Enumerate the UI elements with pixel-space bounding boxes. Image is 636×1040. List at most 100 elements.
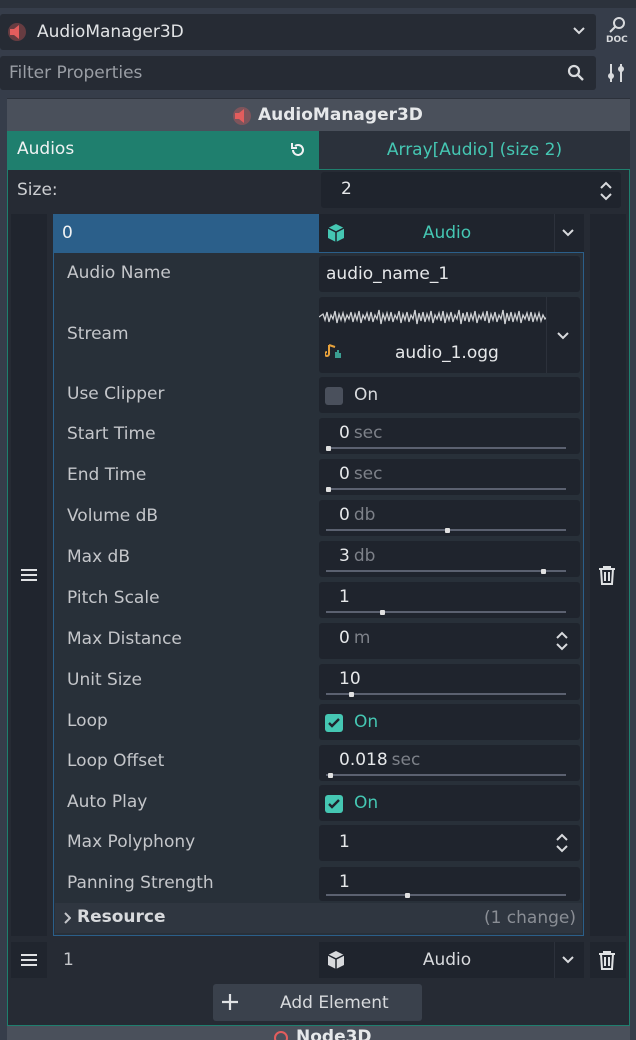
max-polyphony-spinbox[interactable]: 1 — [319, 825, 580, 861]
slider-knob[interactable] — [326, 446, 331, 451]
drag-handle-0[interactable] — [11, 214, 47, 936]
doc-search-icon — [609, 17, 625, 33]
audio-node-icon — [233, 107, 251, 125]
loop-offset-value-wrap: 0.018 sec — [339, 750, 420, 770]
drag-handle-icon — [21, 954, 37, 966]
resource-section-toggle[interactable]: Resource (1 change) — [55, 903, 582, 933]
trash-icon — [599, 951, 615, 970]
audios-property-label[interactable]: Audios — [7, 131, 319, 169]
resource-type-label: Audio — [422, 950, 472, 970]
section-header[interactable]: AudioManager3D — [7, 99, 630, 131]
loop-offset-value: 0.018 — [339, 750, 388, 770]
drag-handle-1[interactable] — [11, 942, 47, 978]
max-db-value: 3 — [339, 546, 350, 566]
loop-offset-unit: sec — [391, 750, 421, 770]
max-polyphony-label: Max Polyphony — [67, 832, 196, 852]
start-time-slider[interactable]: 0 sec — [319, 418, 580, 454]
unit-size-slider[interactable]: 10 — [319, 664, 580, 700]
loop-offset-slider[interactable]: 0.018 sec — [319, 745, 580, 781]
slider-knob[interactable] — [405, 893, 410, 898]
chevron-down-icon[interactable] — [561, 228, 575, 238]
slider-knob[interactable] — [380, 610, 385, 615]
volume-db-unit: db — [353, 505, 376, 525]
section-header-title: AudioManager3D — [258, 105, 423, 125]
node-selector-value: AudioManager3D — [37, 22, 184, 42]
slider-track — [326, 894, 566, 896]
slider-knob[interactable] — [328, 773, 333, 778]
pitch-scale-slider[interactable]: 1 — [319, 582, 580, 618]
start-time-value-wrap: 0 sec — [339, 423, 383, 443]
max-distance-label: Max Distance — [67, 629, 182, 649]
spinner-icon[interactable] — [555, 631, 569, 651]
chevron-right-icon — [64, 912, 71, 924]
max-db-slider[interactable]: 3 db — [319, 541, 580, 577]
use-clipper-state: On — [354, 385, 379, 405]
drag-handle-icon — [21, 569, 37, 581]
node-selector[interactable]: AudioManager3D — [0, 14, 596, 50]
resource-picker-1[interactable]: Audio — [319, 942, 584, 978]
slider-knob[interactable] — [541, 569, 546, 574]
element-index-0[interactable]: 0 — [53, 214, 319, 252]
tools-button[interactable] — [605, 62, 627, 84]
use-clipper-checkbox[interactable]: On — [319, 377, 580, 413]
slider-knob[interactable] — [349, 692, 354, 697]
checkbox-unchecked-icon — [325, 387, 343, 405]
end-time-slider[interactable]: 0 sec — [319, 459, 580, 495]
size-spinbox[interactable]: 2 — [321, 172, 621, 208]
panning-strength-value: 1 — [339, 872, 350, 892]
add-element-button[interactable]: Add Element — [213, 984, 422, 1021]
element-index-1[interactable]: 1 — [63, 950, 74, 970]
slider-knob[interactable] — [445, 528, 450, 533]
slider-track — [326, 774, 566, 776]
divider — [546, 297, 547, 373]
array-type-label: Array[Audio] (size 2) — [386, 140, 563, 160]
auto-play-checkbox[interactable]: On — [319, 785, 580, 821]
revert-icon[interactable] — [289, 141, 307, 159]
audio-file-icon — [325, 344, 341, 358]
loop-checkbox[interactable]: On — [319, 704, 580, 740]
volume-db-value: 0 — [339, 505, 350, 525]
chevron-down-icon[interactable] — [561, 955, 575, 965]
doc-label: DOC — [606, 35, 628, 45]
add-element-label: Add Element — [280, 993, 389, 1013]
volume-db-value-wrap: 0 db — [339, 505, 375, 525]
resource-section-label: Resource — [77, 907, 166, 927]
resource-picker-0[interactable]: Audio — [319, 214, 584, 252]
max-distance-unit: m — [353, 628, 371, 648]
panning-strength-slider[interactable]: 1 — [319, 867, 580, 901]
filter-placeholder: Filter Properties — [9, 63, 143, 83]
auto-play-state: On — [354, 793, 379, 813]
panning-strength-label: Panning Strength — [67, 873, 214, 893]
max-db-unit: db — [353, 546, 376, 566]
delete-element-1[interactable] — [590, 942, 626, 978]
size-value: 2 — [341, 179, 352, 199]
delete-element-0[interactable] — [590, 214, 626, 936]
slider-track — [326, 488, 566, 490]
spinner-icon[interactable] — [555, 833, 569, 853]
chevron-down-icon[interactable] — [556, 331, 570, 341]
end-time-label: End Time — [67, 465, 147, 485]
max-db-label: Max dB — [67, 547, 131, 567]
search-icon — [567, 64, 584, 81]
auto-play-label: Auto Play — [67, 792, 148, 812]
volume-db-slider[interactable]: 0 db — [319, 500, 580, 536]
start-time-unit: sec — [353, 423, 383, 443]
loop-state: On — [354, 712, 379, 732]
pitch-scale-label: Pitch Scale — [67, 588, 160, 608]
max-db-value-wrap: 3 db — [339, 546, 375, 566]
audio-node-icon — [8, 23, 26, 41]
unit-size-value: 10 — [339, 669, 361, 689]
doc-button[interactable]: DOC — [603, 16, 631, 46]
audios-label: Audios — [17, 139, 75, 159]
end-time-value-wrap: 0 sec — [339, 464, 383, 484]
stream-resource-picker[interactable]: audio_1.ogg — [319, 297, 580, 373]
resource-change-count: (1 change) — [483, 908, 576, 928]
plus-icon — [222, 994, 238, 1010]
next-section-header[interactable]: Node3D — [7, 1026, 630, 1040]
slider-knob[interactable] — [326, 487, 331, 492]
audio-name-input[interactable]: audio_name_1 — [319, 256, 580, 292]
checkbox-checked-icon — [325, 795, 343, 813]
max-distance-spinbox[interactable]: 0m — [319, 623, 580, 659]
filter-properties-input[interactable]: Filter Properties — [0, 56, 596, 90]
array-type-button[interactable]: Array[Audio] (size 2) — [319, 131, 630, 169]
